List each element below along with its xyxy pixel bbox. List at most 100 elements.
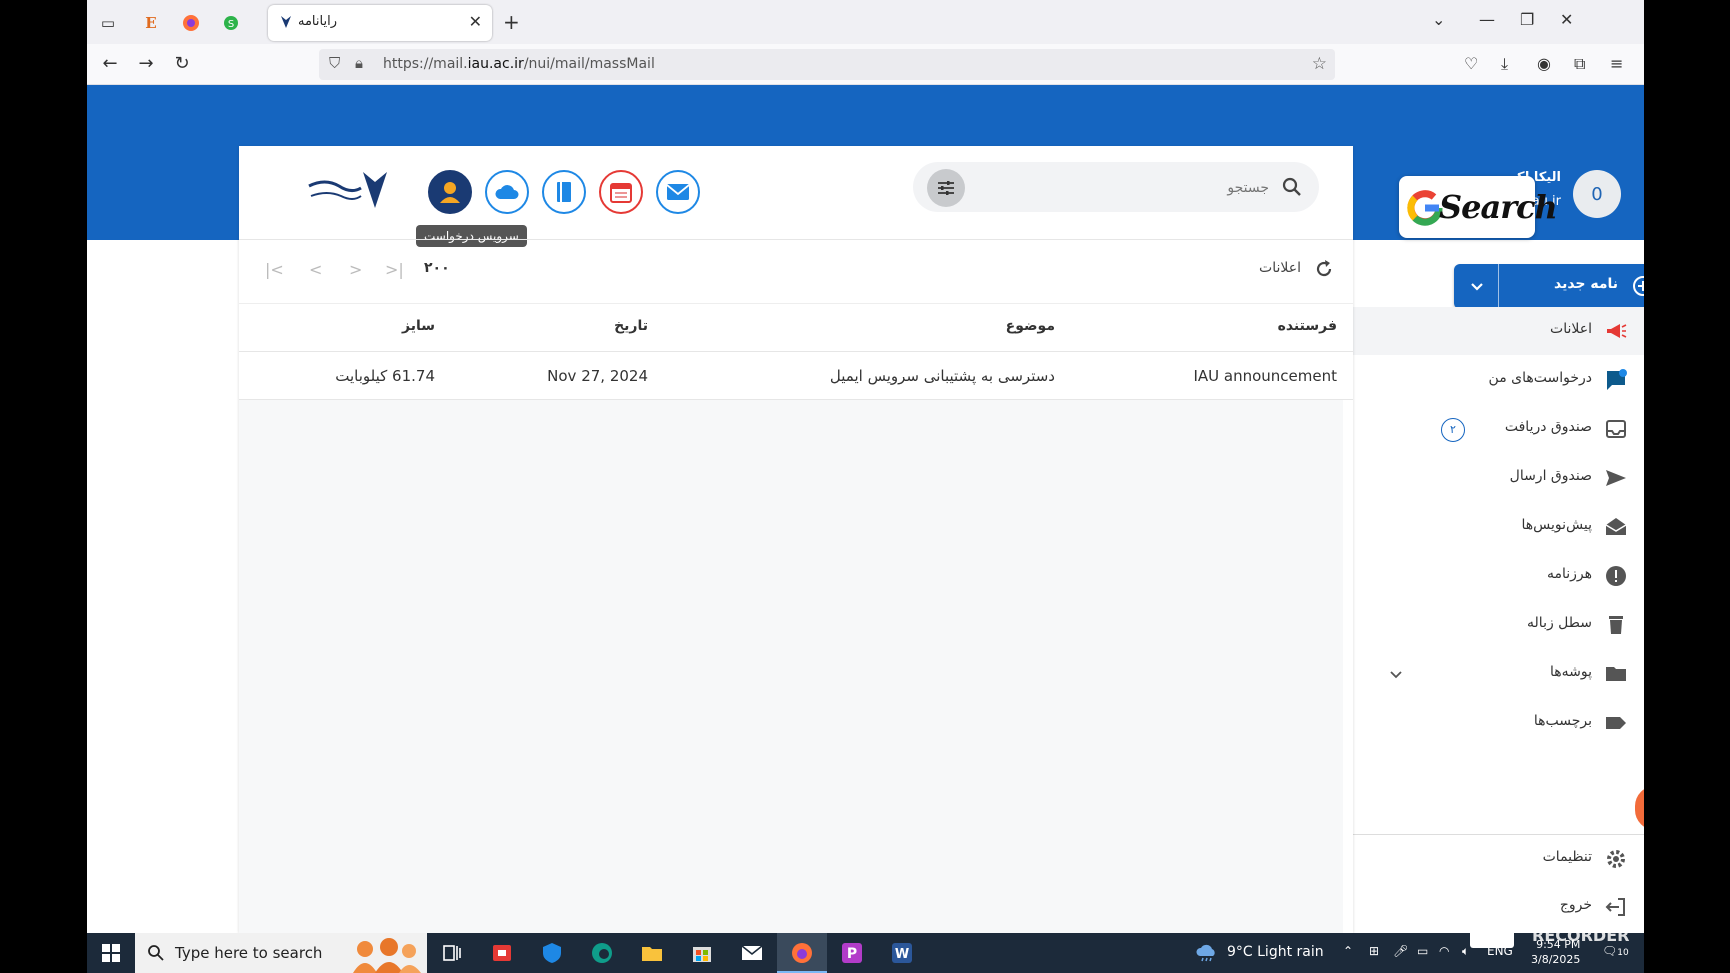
sidebar-item-folders[interactable]: پوشه‌ها	[1353, 650, 1644, 698]
taskbar-search[interactable]: Type here to search	[135, 933, 427, 973]
settings-label: تنظیمات	[1542, 849, 1592, 865]
notebook-service-button[interactable]	[542, 170, 586, 214]
active-tab[interactable]: رایانامه ✕	[268, 5, 492, 41]
recorder-app-icon[interactable]	[490, 941, 514, 965]
table-row[interactable]: IAU announcement دسترسی به پشتیبانی سروی…	[239, 352, 1353, 400]
extension-pinned-icon[interactable]: S	[220, 12, 242, 34]
screen-recorder-watermark: SCREEN RECORDER	[1470, 908, 1629, 948]
plus-circle-icon	[1633, 276, 1644, 296]
list-all-tabs-icon[interactable]: ⌄	[1432, 10, 1445, 29]
close-window-icon[interactable]: ✕	[1560, 10, 1573, 29]
sidebar-item-label: صندوق دریافت	[1504, 419, 1592, 435]
lock-icon[interactable]: 🔒︎	[355, 54, 363, 72]
rain-cloud-icon	[1196, 944, 1215, 962]
support-agent-icon	[440, 182, 460, 203]
previous-page-icon[interactable]: <	[309, 260, 322, 279]
url-bar[interactable]: ⛉ 🔒︎ https://mail.iau.ac.ir/nui/mail/mas…	[319, 49, 1335, 80]
show-hidden-icons[interactable]: ⌃	[1343, 944, 1353, 958]
first-page-icon[interactable]: |<	[265, 260, 284, 279]
microphone-icon[interactable]: 🎤︎	[1393, 944, 1408, 958]
button-split	[1498, 264, 1499, 309]
meet-icon[interactable]: ⊞	[1369, 944, 1379, 958]
avatar[interactable]: 0	[1573, 170, 1621, 218]
edge-icon[interactable]	[590, 941, 614, 965]
file-explorer-icon[interactable]	[640, 941, 664, 965]
reload-icon[interactable]: ↻	[171, 53, 193, 75]
tab-close-icon[interactable]: ✕	[469, 12, 482, 31]
menu-icon[interactable]: ≡	[1610, 54, 1623, 73]
extensions-icon[interactable]: ⧉	[1574, 54, 1585, 74]
minimize-icon[interactable]: —	[1479, 10, 1495, 29]
mail-list-panel: سرویس درخواست اعلانات |< < > >| ۲۰۰ فرست…	[239, 146, 1353, 933]
university-logo	[308, 172, 387, 208]
new-mail-button[interactable]: نامه جدید	[1454, 264, 1644, 309]
calendar-service-button[interactable]	[599, 170, 643, 214]
refresh-icon[interactable]	[1313, 258, 1335, 280]
requests-icon	[1607, 369, 1627, 390]
recorder-logo	[1470, 908, 1514, 948]
table-header: فرستنده موضوع تاریخ سایز	[239, 304, 1353, 352]
account-icon[interactable]: ◉	[1537, 54, 1551, 73]
mail-app-icon[interactable]	[740, 941, 764, 965]
column-subject[interactable]: موضوع	[1006, 318, 1055, 334]
cloud-service-button[interactable]	[485, 170, 529, 214]
battery-icon[interactable]: ▭	[1417, 944, 1428, 958]
firefox-taskbar-active[interactable]	[777, 933, 827, 973]
task-view-icon[interactable]	[440, 941, 464, 965]
search-input[interactable]	[989, 175, 1269, 201]
service-request-button[interactable]	[428, 170, 472, 214]
shield-icon[interactable]: ⛉	[329, 54, 340, 72]
people-illustration-icon	[353, 938, 421, 973]
column-sender[interactable]: فرستنده	[1278, 318, 1337, 334]
sidebar-item-announcements[interactable]: اعلانات	[1353, 307, 1644, 355]
mail-service-button[interactable]	[656, 170, 700, 214]
gsearch-text: Search	[1439, 188, 1558, 226]
sidebar-item-trash[interactable]: سطل زباله	[1353, 601, 1644, 649]
browser-window: ▭ E S رایانامه ✕ + ⌄ — ❐ ✕ ← → ↻ ⛉ 🔒︎ ht…	[87, 0, 1644, 933]
forward-icon[interactable]: →	[135, 53, 157, 75]
weather-text[interactable]: 9°C Light rain	[1227, 944, 1324, 960]
svg-text:S: S	[228, 19, 234, 30]
column-date[interactable]: تاریخ	[614, 318, 648, 334]
calendar-icon	[610, 183, 632, 203]
defender-icon[interactable]	[540, 941, 564, 965]
search-bar	[913, 162, 1319, 212]
sidebar-item-label: پوشه‌ها	[1549, 664, 1592, 680]
windows-start-icon[interactable]	[99, 941, 123, 965]
microsoft-store-icon[interactable]	[690, 941, 714, 965]
sidebar-item-inbox[interactable]: صندوق دریافت ۲	[1353, 405, 1644, 453]
volume-icon[interactable]: 🔈︎	[1462, 944, 1469, 959]
back-icon[interactable]: ←	[99, 53, 121, 75]
gsearch-overlay-logo: Search	[1399, 176, 1558, 238]
chevron-down-icon[interactable]	[1468, 277, 1486, 295]
search-icon[interactable]	[1281, 176, 1303, 198]
sidebar-item-sent[interactable]: صندوق ارسال	[1353, 454, 1644, 502]
tab-overview-icon[interactable]: ▭	[97, 12, 119, 34]
next-page-icon[interactable]: >	[349, 260, 362, 279]
etsy-icon[interactable]: E	[140, 12, 162, 34]
sidebar-item-settings[interactable]: تنظیمات	[1353, 835, 1644, 883]
chevron-down-icon[interactable]	[1389, 667, 1403, 681]
new-mail-label: نامه جدید	[1554, 276, 1619, 292]
downloads-icon[interactable]: ⤓	[1501, 54, 1508, 74]
sidebar-item-labels[interactable]: برچسب‌ها	[1353, 699, 1644, 747]
sidebar-item-spam[interactable]: هرزنامه	[1353, 552, 1644, 600]
sidebar-item-my-requests[interactable]: درخواست‌های من	[1353, 356, 1644, 404]
wifi-icon[interactable]: ◠	[1439, 944, 1449, 958]
word-icon[interactable]: W	[890, 941, 914, 965]
new-tab-button[interactable]: +	[503, 10, 520, 34]
firefox-pinned-icon[interactable]	[180, 12, 202, 34]
bookmark-star-icon[interactable]: ☆	[1312, 54, 1327, 74]
sidebar-item-label: پیش‌نویس‌ها	[1521, 517, 1593, 533]
restore-icon[interactable]: ❐	[1520, 10, 1534, 29]
gear-icon	[1607, 850, 1625, 868]
sidebar-item-drafts[interactable]: پیش‌نویس‌ها	[1353, 503, 1644, 551]
megaphone-icon	[1607, 324, 1627, 338]
pocket-icon[interactable]: ♡	[1464, 54, 1478, 73]
filter-button[interactable]	[927, 169, 965, 207]
url-text[interactable]: https://mail.iau.ac.ir/nui/mail/massMail	[383, 56, 655, 72]
last-page-icon[interactable]: >|	[385, 260, 404, 279]
sidebar-item-label: سطل زباله	[1527, 615, 1592, 631]
publisher-app-icon[interactable]: P	[840, 941, 864, 965]
column-size[interactable]: سایز	[402, 318, 435, 334]
